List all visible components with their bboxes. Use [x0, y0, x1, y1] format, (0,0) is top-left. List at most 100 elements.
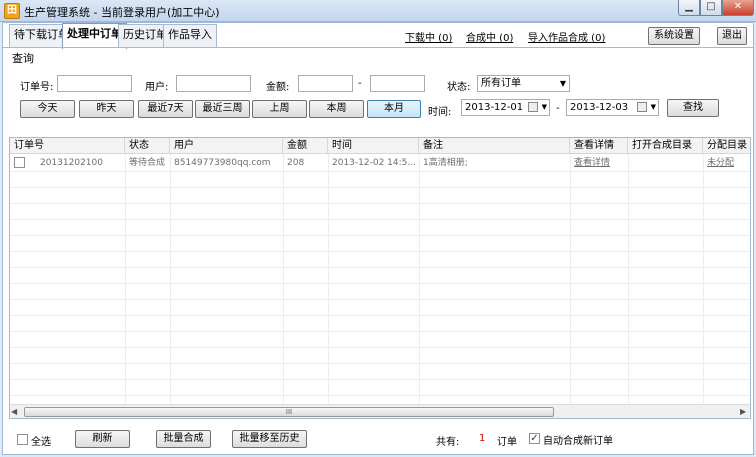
row-open-dir[interactable] [628, 155, 703, 171]
row-amount: 208 [287, 158, 305, 168]
this-month-button[interactable]: 本月 [367, 100, 421, 118]
user-label: 用户: [145, 82, 169, 93]
tab-strip-divider [3, 47, 753, 48]
grid-line [10, 251, 750, 252]
grid-line [283, 154, 284, 404]
downloading-link[interactable]: 下载中 (0) [405, 29, 452, 44]
window-title: 生产管理系统 - 当前登录用户(加工中心) [24, 6, 220, 19]
row-time: 2013-12-02 14:5... [332, 158, 416, 168]
amount-dash: - [358, 78, 362, 89]
col-user[interactable]: 用户 [170, 138, 283, 154]
exit-button[interactable]: 退出 [717, 27, 747, 45]
grid-line [10, 235, 750, 236]
scroll-thumb[interactable]: III [24, 407, 554, 417]
minimize-button[interactable]: ▁ [678, 0, 700, 16]
status-label: 状态: [447, 82, 471, 93]
row-assign-dir-link[interactable]: 未分配 [703, 155, 750, 171]
close-button[interactable]: ✕ [722, 0, 754, 16]
total-label: 共有: [436, 437, 460, 448]
col-amount[interactable]: 金额 [283, 138, 328, 154]
grid-line [10, 203, 750, 204]
col-order-no[interactable]: 订单号 [10, 138, 125, 154]
col-status[interactable]: 状态 [125, 138, 170, 154]
auto-composite-checkbox[interactable] [529, 433, 540, 444]
row-order-no: 20131202100 [40, 158, 103, 168]
tab-work-import[interactable]: 作品导入 [163, 24, 217, 48]
last-week-button[interactable]: 上周 [252, 100, 307, 118]
import-compositing-link[interactable]: 导入作品合成 (0) [528, 29, 605, 44]
grid-line [10, 347, 750, 348]
compositing-link[interactable]: 合成中 (0) [466, 29, 513, 44]
grid-line [628, 154, 629, 404]
date-to-picker[interactable]: 2013-12-03 ▼ [566, 99, 659, 116]
calendar-icon [637, 102, 647, 112]
order-no-label: 订单号: [20, 82, 54, 93]
col-open-dir[interactable]: 打开合成目录 [628, 138, 703, 154]
row-view-details-link[interactable]: 查看详情 [570, 155, 628, 171]
auto-composite-label: 自动合成新订单 [543, 436, 613, 447]
grid-line [10, 315, 750, 316]
grid-line [703, 154, 704, 404]
system-settings-button[interactable]: 系统设置 [648, 27, 700, 45]
chevron-down-icon: ▼ [650, 103, 656, 111]
query-section-label: 查询 [12, 52, 34, 65]
row-note: 1高清相册; [423, 158, 468, 168]
calendar-icon [528, 102, 538, 112]
grid-line [10, 395, 750, 396]
chevron-down-icon: ▼ [541, 103, 547, 111]
col-note[interactable]: 备注 [419, 138, 570, 154]
date-from-value: 2013-12-01 [465, 102, 524, 113]
grid-line [10, 363, 750, 364]
grid-line [10, 267, 750, 268]
grid-line [10, 171, 750, 172]
amount-to-input[interactable] [370, 75, 425, 92]
order-no-input[interactable] [57, 75, 132, 92]
batch-composite-button[interactable]: 批量合成 [156, 430, 211, 448]
total-count: 1 [479, 433, 486, 444]
horizontal-scrollbar[interactable]: ◀ III ▶ [10, 404, 750, 418]
status-select-value: 所有订单 [481, 78, 521, 89]
grid-line [328, 154, 329, 404]
today-button[interactable]: 今天 [20, 100, 75, 118]
scroll-right-icon[interactable]: ▶ [740, 407, 746, 416]
total-unit: 订单 [497, 437, 517, 448]
search-button[interactable]: 查找 [667, 99, 719, 117]
amount-from-input[interactable] [298, 75, 353, 92]
status-select[interactable]: 所有订单 ▼ [477, 75, 570, 92]
amount-label: 金额: [266, 82, 290, 93]
row-user: 85149773980qq.com [174, 158, 271, 168]
grid-line [10, 331, 750, 332]
date-dash: - [556, 103, 560, 114]
grid-line [10, 379, 750, 380]
scroll-left-icon[interactable]: ◀ [11, 407, 17, 416]
this-week-button[interactable]: 本周 [309, 100, 364, 118]
refresh-button[interactable]: 刷新 [75, 430, 130, 448]
select-all-label: 全选 [31, 437, 51, 448]
date-from-picker[interactable]: 2013-12-01 ▼ [461, 99, 550, 116]
select-all-checkbox[interactable] [17, 434, 28, 445]
grid-line [419, 154, 420, 404]
last-3-weeks-button[interactable]: 最近三周 [195, 100, 250, 118]
grid-line [10, 283, 750, 284]
grid-line [10, 299, 750, 300]
date-to-value: 2013-12-03 [570, 102, 629, 113]
row-checkbox[interactable] [14, 157, 25, 168]
batch-move-history-button[interactable]: 批量移至历史 [232, 430, 307, 448]
user-input[interactable] [176, 75, 251, 92]
grid-line [570, 154, 571, 404]
grid-line [10, 187, 750, 188]
col-time[interactable]: 时间 [328, 138, 419, 154]
maximize-button[interactable]: □ [700, 0, 722, 16]
title-bar: 田 生产管理系统 - 当前登录用户(加工中心) [0, 0, 756, 22]
grid-line [125, 154, 126, 404]
chevron-down-icon: ▼ [559, 79, 566, 88]
grid-line [10, 219, 750, 220]
last-7-days-button[interactable]: 最近7天 [138, 100, 193, 118]
col-assign-dir[interactable]: 分配目录 [703, 138, 750, 154]
grid-line [170, 154, 171, 404]
yesterday-button[interactable]: 昨天 [79, 100, 134, 118]
time-label: 时间: [428, 107, 452, 118]
row-status: 等待合成 [129, 158, 166, 168]
app-icon: 田 [4, 3, 20, 19]
col-details[interactable]: 查看详情 [570, 138, 628, 154]
